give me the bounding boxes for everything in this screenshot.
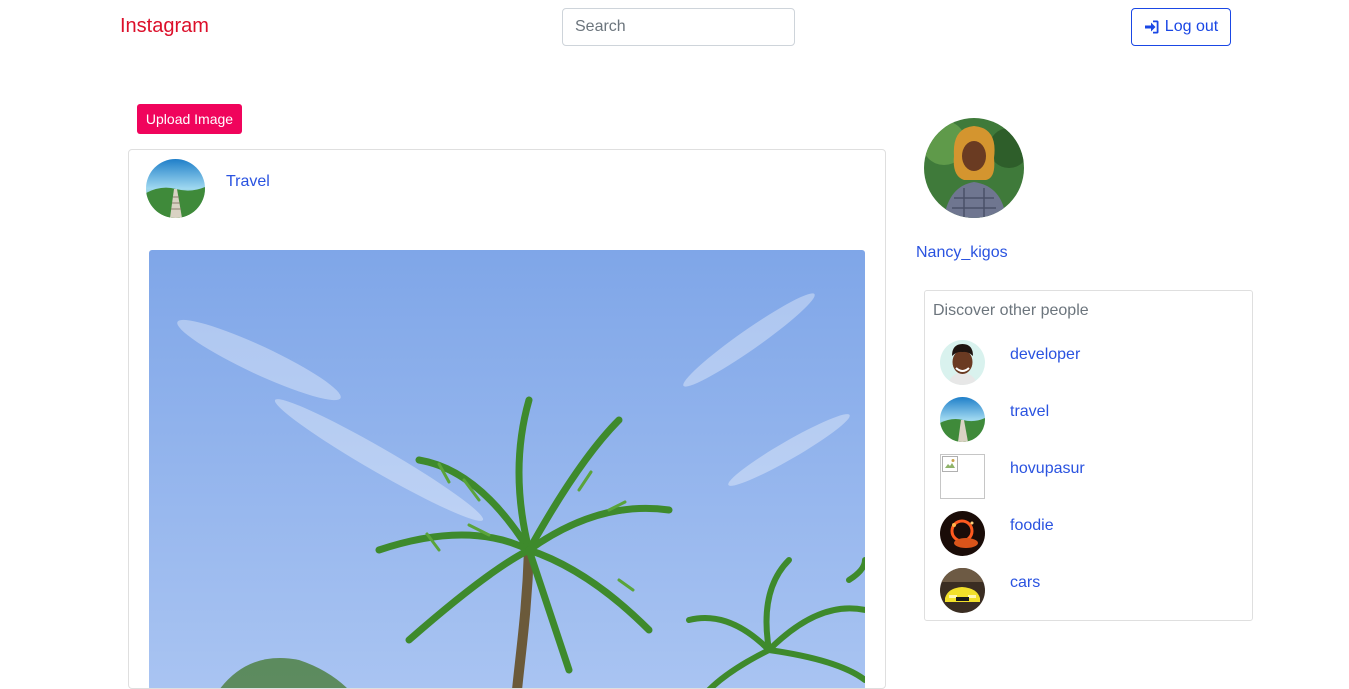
profile-username[interactable]: Nancy_kigos: [916, 244, 1008, 262]
person-avatar[interactable]: [940, 568, 985, 613]
discover-panel: Discover other people developer travel h…: [924, 290, 1253, 621]
post-username[interactable]: Travel: [226, 173, 270, 191]
post-image: [149, 250, 865, 688]
list-item: cars: [940, 568, 1240, 613]
person-name[interactable]: cars: [1010, 574, 1040, 592]
person-name[interactable]: travel: [1010, 403, 1049, 421]
person-name[interactable]: hovupasur: [1010, 460, 1085, 478]
profile-avatar[interactable]: [924, 118, 1024, 218]
person-avatar[interactable]: [940, 454, 985, 499]
list-item: foodie: [940, 511, 1240, 556]
person-avatar[interactable]: [940, 340, 985, 385]
list-item: travel: [940, 397, 1240, 442]
list-item: developer: [940, 340, 1240, 385]
post-avatar[interactable]: [146, 159, 205, 218]
search-input[interactable]: [562, 8, 795, 46]
brand-logo[interactable]: Instagram: [120, 15, 209, 38]
upload-image-button[interactable]: Upload Image: [137, 104, 242, 134]
post-card: Travel: [128, 149, 886, 689]
logout-button[interactable]: Log out: [1131, 8, 1231, 46]
person-name[interactable]: developer: [1010, 346, 1080, 364]
logout-label: Log out: [1164, 18, 1219, 35]
person-avatar[interactable]: [940, 511, 985, 556]
person-avatar[interactable]: [940, 397, 985, 442]
person-name[interactable]: foodie: [1010, 517, 1054, 535]
sign-in-icon: [1144, 19, 1160, 35]
list-item: hovupasur: [940, 454, 1240, 499]
discover-title: Discover other people: [933, 302, 1089, 319]
